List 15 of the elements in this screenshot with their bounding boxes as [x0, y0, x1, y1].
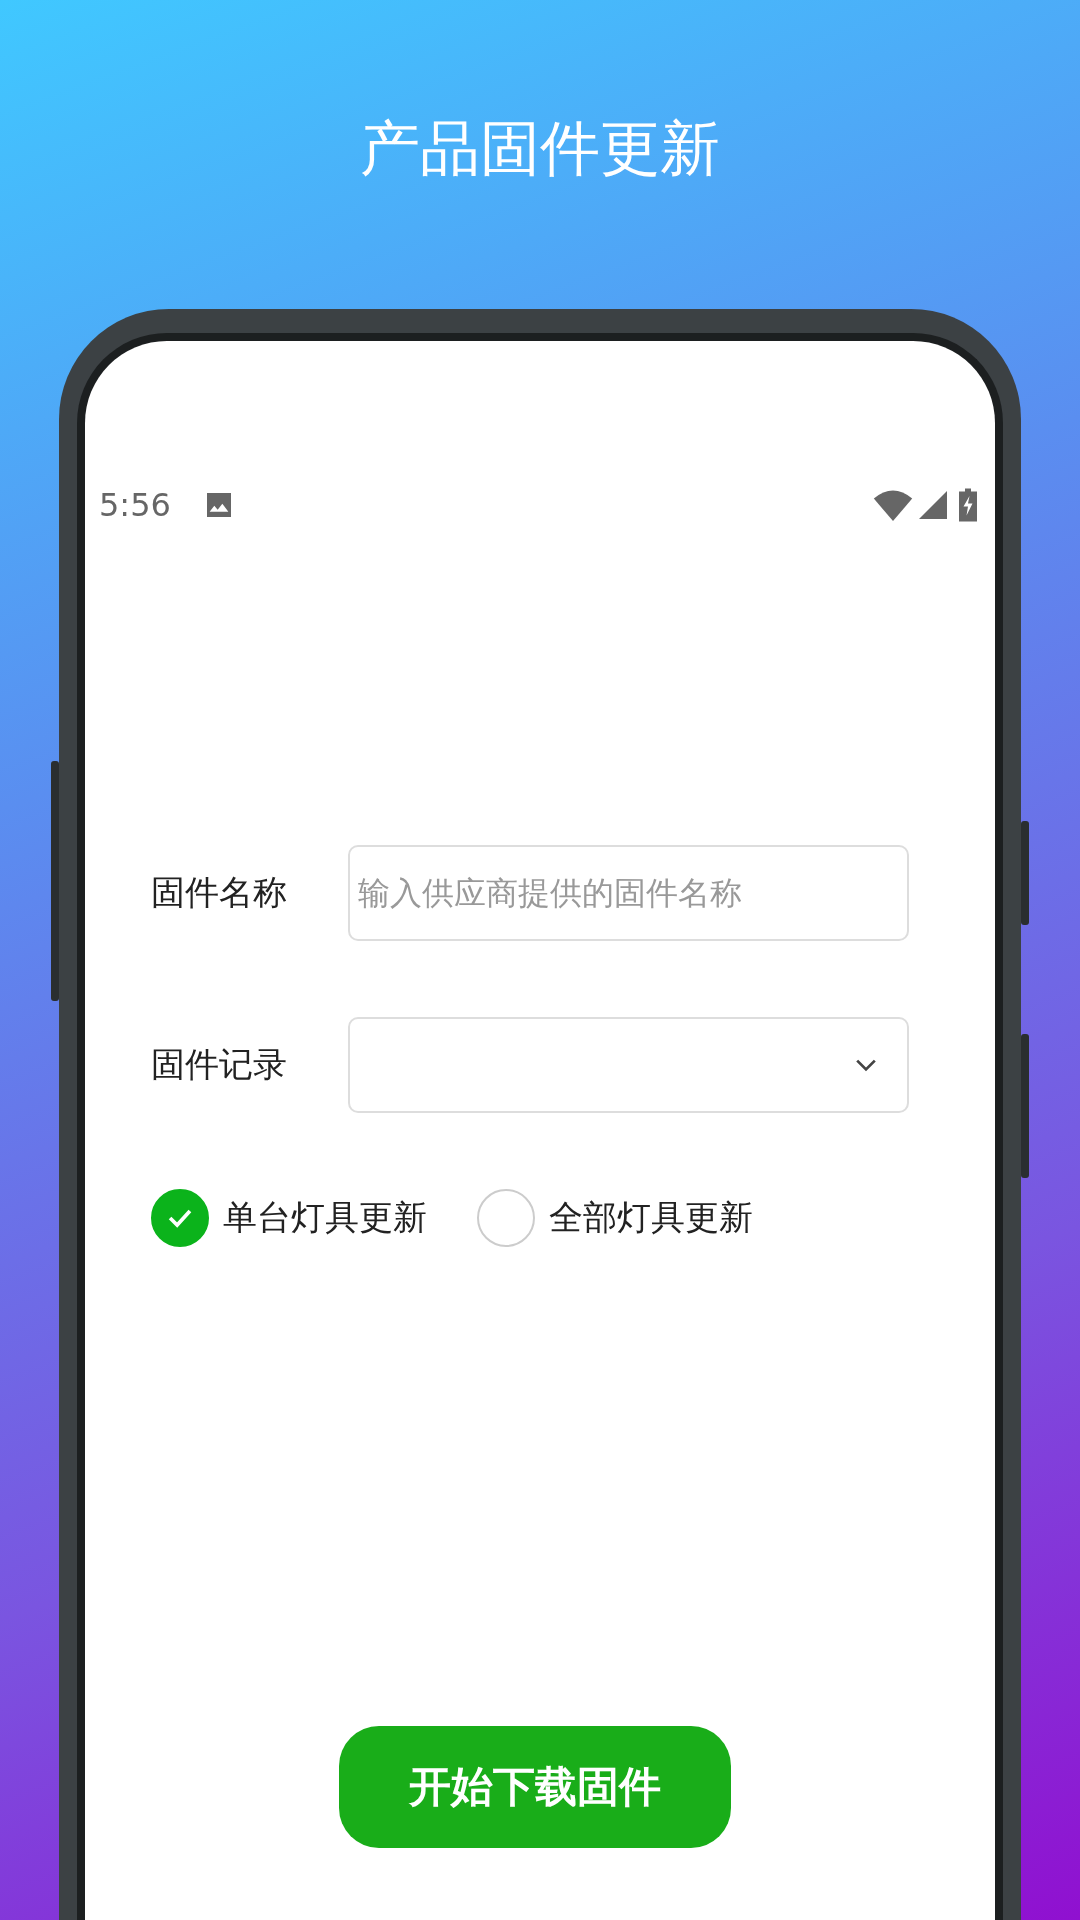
signal-icon	[919, 491, 947, 519]
download-button[interactable]: 开始下载固件	[339, 1726, 731, 1848]
battery-icon	[959, 488, 977, 522]
radio-label: 全部灯具更新	[549, 1196, 753, 1239]
radio-label: 单台灯具更新	[223, 1196, 427, 1239]
page-title: 产品固件更新	[360, 112, 720, 185]
wifi-icon	[873, 489, 913, 521]
radio-button[interactable]	[151, 1189, 209, 1247]
field-label: 固件名称	[151, 871, 288, 914]
dropdown-field[interactable]	[348, 1017, 909, 1113]
input-field[interactable]: 输入供应商提供的固件名称	[348, 845, 909, 941]
status-time: 5:56	[99, 486, 171, 524]
chevron-down-icon	[855, 1058, 877, 1072]
radio-button[interactable]	[477, 1189, 535, 1247]
field-label: 固件记录	[151, 1043, 288, 1086]
